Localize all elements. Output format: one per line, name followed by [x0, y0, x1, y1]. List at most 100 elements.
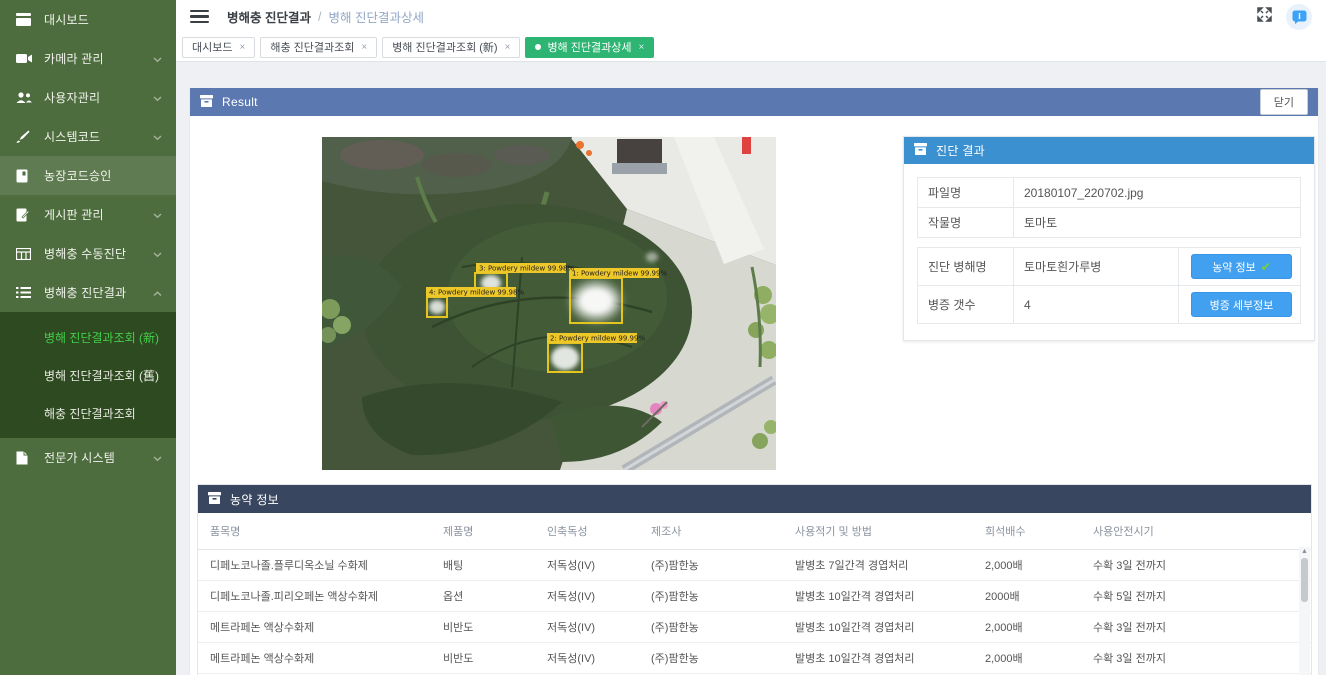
close-button[interactable]: 닫기: [1260, 89, 1308, 115]
cell: 디페노코나졸.피리오페논 액상수화제: [198, 581, 431, 612]
sidebar-submenu: 병해 진단결과조회 (新) 병해 진단결과조회 (舊) 해충 진단결과조회: [0, 312, 176, 438]
submenu-item-pest-results[interactable]: 해충 진단결과조회: [0, 394, 176, 432]
cell: 2,000배: [973, 550, 1081, 581]
sidebar-item-farm-code-approval[interactable]: 농장코드승인: [0, 156, 176, 195]
submenu-item-disease-results-old[interactable]: 병해 진단결과조회 (舊): [0, 356, 176, 394]
sidebar-item-label: 병해충 진단결과: [44, 284, 153, 301]
detection-label-4: 4: Powdery mildew 99.98%: [429, 289, 524, 297]
cell: 비반도: [431, 643, 535, 674]
table-row[interactable]: 디페노코나졸.플루디옥소닐 수화제 배팅 저독성(IV) (주)팜한농 발병초 …: [198, 550, 1311, 581]
crop-name-label: 작물명: [918, 208, 1014, 238]
table-header-row: 품목명 제품명 인축독성 제조사 사용적기 및 방법 희석배수 사용안전시기: [198, 513, 1311, 550]
chevron-up-icon: [153, 286, 162, 300]
detection-label-1: 1: Powdery mildew 99.99%: [572, 270, 667, 278]
cell: 발병초 10일간격 경엽처리: [783, 643, 973, 674]
cell: 배팅: [431, 550, 535, 581]
column-header: 제조사: [639, 513, 783, 550]
sidebar-item-label: 게시판 관리: [44, 206, 153, 223]
sidebar-item-camera[interactable]: 카메라 관리: [0, 39, 176, 78]
sidebar-item-users[interactable]: 사용자관리: [0, 78, 176, 117]
chevron-down-icon: [153, 130, 162, 144]
tab-disease-result-detail[interactable]: 병해 진단결과상세 ×: [525, 37, 654, 58]
sidebar-item-expert-system[interactable]: 전문가 시스템: [0, 438, 176, 477]
disease-name-label: 진단 병해명: [918, 248, 1014, 286]
tab-close-icon[interactable]: ×: [361, 42, 367, 53]
result-panel: Result 닫기: [190, 88, 1318, 675]
symptom-detail-button[interactable]: 병증 세부정보: [1191, 292, 1292, 317]
table-row[interactable]: 메트라페논 액상수화제 비반도 저독성(IV) (주)팜한농 발병초 10일간격…: [198, 612, 1311, 643]
sidebar-item-label: 대시보드: [44, 11, 162, 28]
tab-label: 병해 진단결과상세: [547, 39, 631, 55]
check-icon: ✔: [1261, 260, 1271, 274]
tab-bar: 대시보드 × 해충 진단결과조회 × 병해 진단결과조회 (新) × 병해 진단…: [176, 33, 1326, 62]
main-area: 병해충 진단결과 / 병해 진단결과상세 i: [176, 0, 1326, 675]
cell: 수확 3일 전까지: [1081, 550, 1311, 581]
detail-button-cell: 병증 세부정보: [1179, 286, 1301, 324]
book-icon: [16, 168, 32, 184]
sidebar-item-diagnosis-results[interactable]: 병해충 진단결과: [0, 273, 176, 312]
column-header: 제품명: [431, 513, 535, 550]
table-scrollbar[interactable]: ▲: [1299, 547, 1310, 675]
sidebar-item-dashboard[interactable]: 대시보드: [0, 0, 176, 39]
symptom-count-label: 병증 갯수: [918, 286, 1014, 324]
document-edit-icon: [16, 207, 32, 223]
submenu-item-disease-results-new[interactable]: 병해 진단결과조회 (新): [0, 318, 176, 356]
cell: 발병초 10일간격 경엽처리: [783, 581, 973, 612]
sidebar-item-manual-diagnosis[interactable]: 병해충 수동진단: [0, 234, 176, 273]
result-panel-header: Result 닫기: [190, 88, 1318, 116]
hamburger-menu-icon[interactable]: [190, 7, 209, 27]
symptom-detail-button-label: 병증 세부정보: [1210, 297, 1274, 313]
tab-close-icon[interactable]: ×: [505, 42, 511, 53]
diagnosis-card: 진단 결과 파일명 20180107_220702.jpg 작물명 토마: [903, 136, 1315, 341]
tab-disease-results-new[interactable]: 병해 진단결과조회 (新) ×: [382, 37, 520, 58]
users-icon: [16, 90, 32, 106]
diagnosis-photo: 1: Powdery mildew 99.99% 2: Powdery mild…: [322, 137, 776, 470]
disease-name-value: 토마토흰가루병: [1014, 248, 1179, 286]
table-row[interactable]: 디페노코나졸.피리오페논 액상수화제 옵션 저독성(IV) (주)팜한농 발병초…: [198, 581, 1311, 612]
cell: 2,000배: [973, 612, 1081, 643]
table-row: 파일명 20180107_220702.jpg: [918, 178, 1301, 208]
sidebar-item-board-management[interactable]: 게시판 관리: [0, 195, 176, 234]
result-panel-title: Result: [222, 95, 258, 109]
cell: 저독성(IV): [535, 581, 639, 612]
pesticide-info-button[interactable]: 농약 정보 ✔: [1191, 254, 1292, 279]
breadcrumb-page: 병해 진단결과상세: [328, 7, 423, 26]
info-chat-icon[interactable]: i: [1286, 4, 1312, 30]
tab-close-icon[interactable]: ×: [638, 42, 644, 53]
chevron-down-icon: [153, 52, 162, 66]
cell: 비반도: [431, 612, 535, 643]
scrollbar-thumb[interactable]: [1301, 558, 1308, 602]
pesticide-button-cell: 농약 정보 ✔: [1179, 248, 1301, 286]
detection-label-2: 2: Powdery mildew 99.99%: [550, 335, 645, 343]
scrollbar-up-arrow[interactable]: ▲: [1301, 547, 1308, 557]
diagnosis-card-title: 진단 결과: [936, 142, 985, 159]
fullscreen-icon[interactable]: [1257, 7, 1272, 27]
detection-label-3: 3: Powdery mildew 99.98%: [479, 265, 574, 273]
cell: 수확 3일 전까지: [1081, 643, 1311, 674]
table-row[interactable]: 메트라페논 액상수화제 비반도 저독성(IV) (주)팜한농 발병초 10일간격…: [198, 643, 1311, 674]
result-panel-body: 1: Powdery mildew 99.99% 2: Powdery mild…: [190, 116, 1318, 675]
camera-icon: [16, 51, 32, 67]
sidebar: 대시보드 카메라 관리 사용자관리 시스템코드: [0, 0, 176, 675]
table-row: 작물명 토마토: [918, 208, 1301, 238]
brush-icon: [16, 129, 32, 145]
submenu-item-label: 병해 진단결과조회 (新): [44, 329, 159, 346]
pesticide-panel-header: 농약 정보: [198, 485, 1311, 513]
tab-pest-results[interactable]: 해충 진단결과조회 ×: [260, 37, 377, 58]
svg-text:i: i: [1298, 12, 1301, 21]
tab-label: 대시보드: [192, 39, 232, 55]
document-icon: [16, 450, 32, 466]
cell: 저독성(IV): [535, 550, 639, 581]
dashboard-icon: [16, 12, 32, 28]
table-grid-icon: [16, 246, 32, 262]
breadcrumb-section: 병해충 진단결과: [227, 7, 311, 26]
chevron-down-icon: [153, 247, 162, 261]
tab-dashboard[interactable]: 대시보드 ×: [182, 37, 255, 58]
table-row: 병증 갯수 4 병증 세부정보: [918, 286, 1301, 324]
cell: 디페노코나졸.플루디옥소닐 수화제: [198, 550, 431, 581]
submenu-item-label: 해충 진단결과조회: [44, 405, 136, 422]
column-header: 희석배수: [973, 513, 1081, 550]
tab-close-icon[interactable]: ×: [239, 42, 245, 53]
pesticide-panel-title: 농약 정보: [230, 491, 279, 508]
sidebar-item-system-code[interactable]: 시스템코드: [0, 117, 176, 156]
